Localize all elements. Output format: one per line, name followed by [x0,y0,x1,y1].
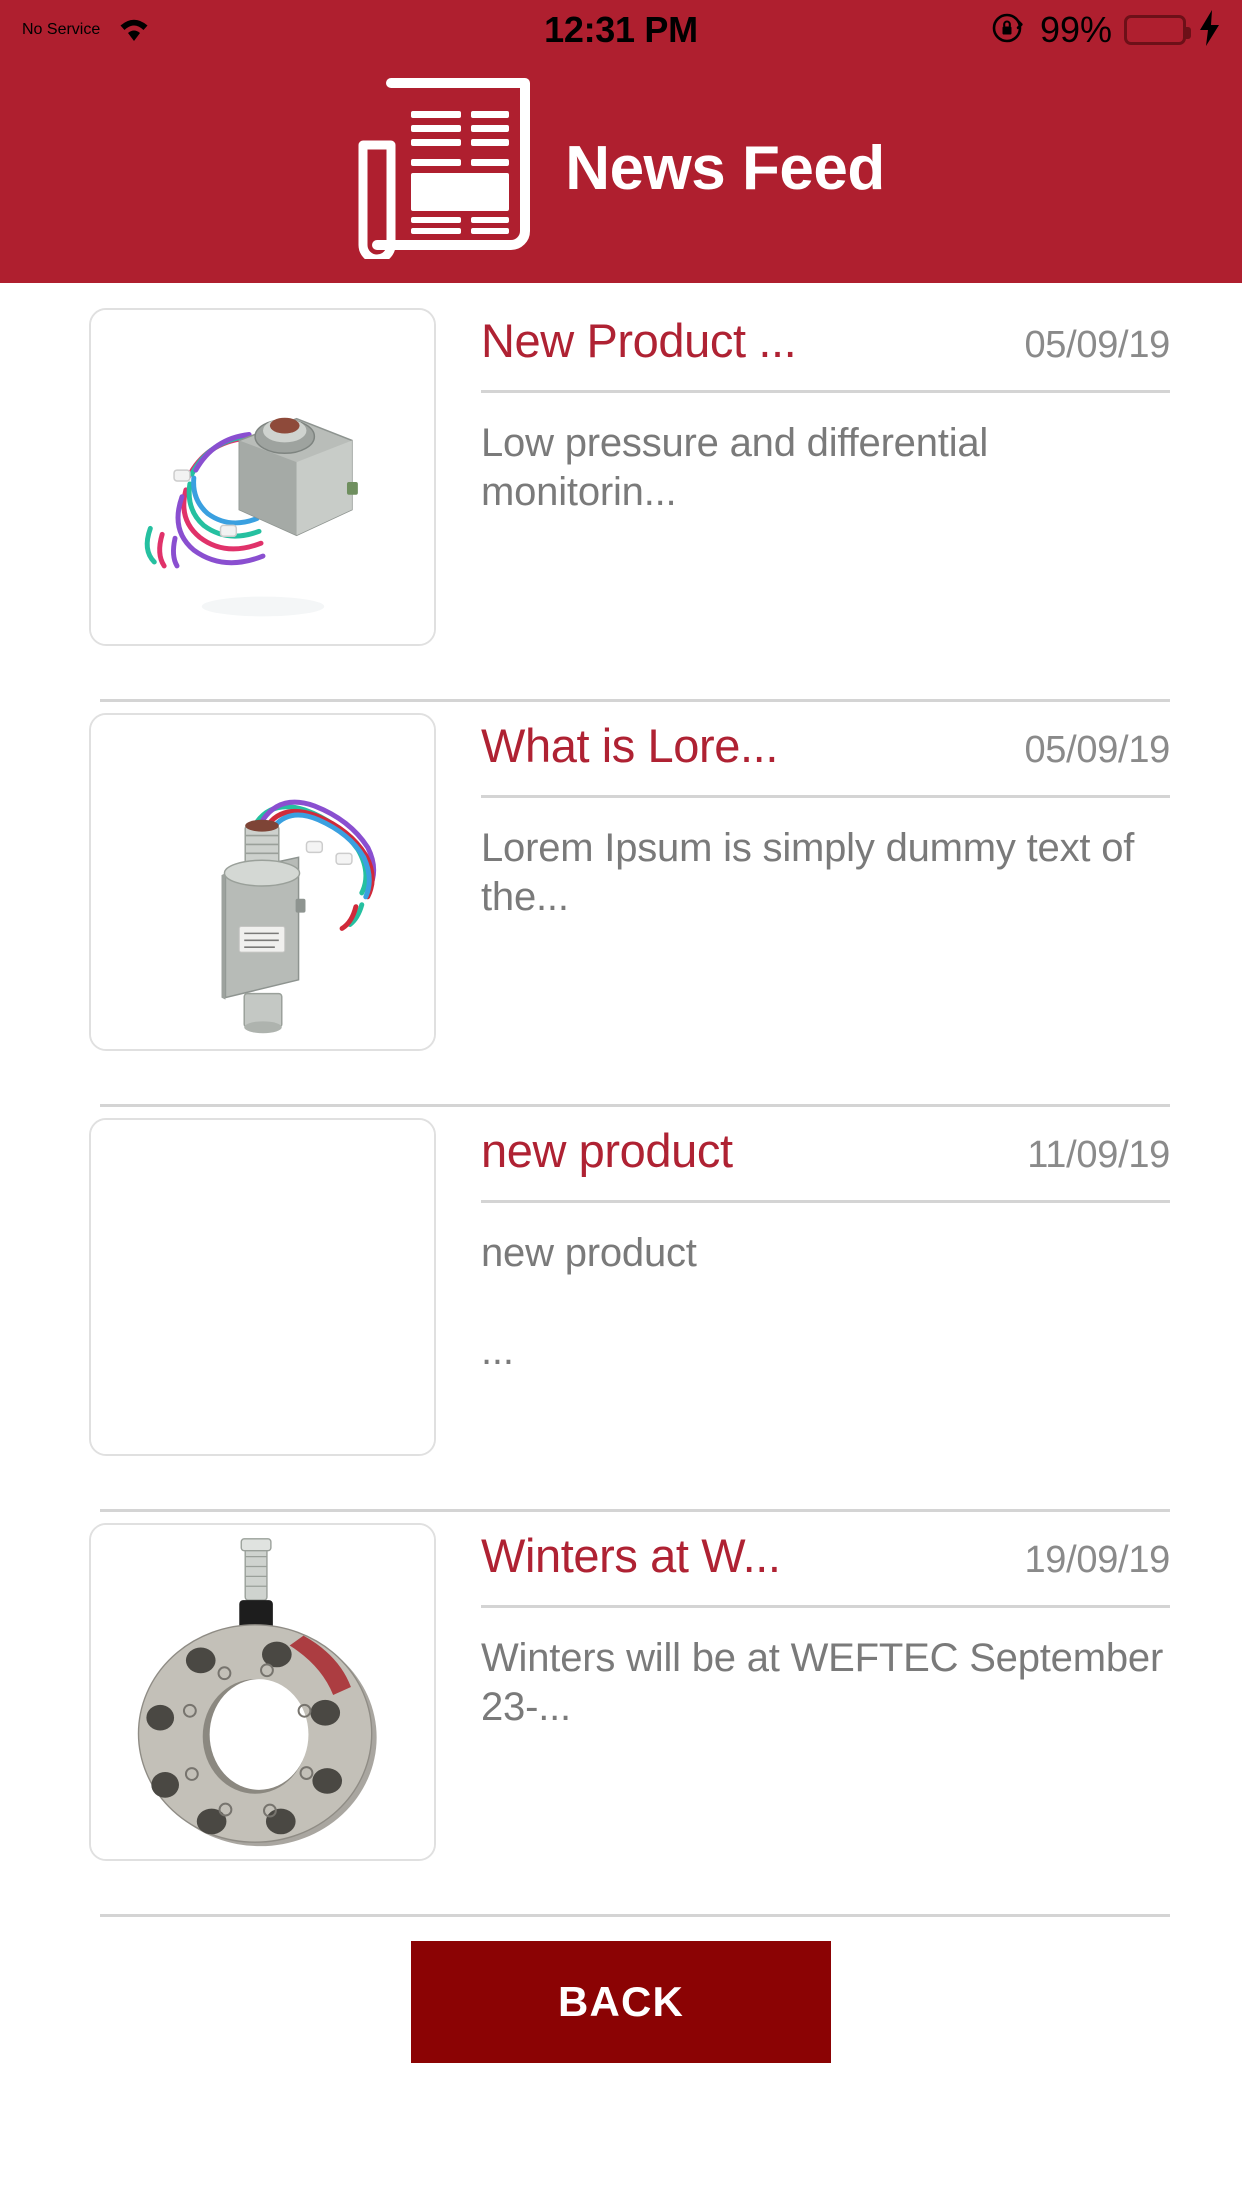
news-item-body: Winters at W... 19/09/19 Winters will be… [481,1528,1170,1732]
news-item-date: 05/09/19 [1024,324,1170,366]
news-item-title[interactable]: What is Lore... [481,718,778,773]
news-item-description: Lorem Ipsum is simply dummy text of the.… [481,826,1135,919]
lightning-bolt-icon [1198,9,1222,52]
back-button[interactable]: BACK [411,1941,831,2063]
news-item-date: 19/09/19 [1024,1539,1170,1581]
news-item-separator [100,1914,1170,1917]
status-bar: No Service 12:31 PM 99% [0,0,1242,60]
news-item-body: New Product ... 05/09/19 Low pressure an… [481,313,1170,517]
news-item-description: Winters will be at WEFTEC September 23-.… [481,1636,1164,1729]
news-item-divider [481,1605,1170,1608]
flange-sensor-image [91,1525,434,1859]
app-header: News Feed [0,60,1242,283]
news-thumbnail[interactable] [89,308,436,646]
pressure-switch-coiled-wires-image [91,310,434,644]
news-feed-item[interactable]: New Product ... 05/09/19 Low pressure an… [0,297,1242,702]
vertical-pressure-switch-image [91,715,434,1049]
news-item-title[interactable]: new product [481,1123,733,1178]
page-title: News Feed [565,134,885,203]
news-feed-item[interactable]: new product 11/09/19 new product ... [0,1107,1242,1512]
footer: BACK [0,1917,1242,2063]
news-feed-item[interactable]: Winters at W... 19/09/19 Winters will be… [0,1512,1242,1917]
empty-thumbnail [91,1120,434,1454]
battery-icon [1124,15,1191,45]
news-item-title[interactable]: New Product ... [481,313,797,368]
news-item-body: new product 11/09/19 new product ... [481,1123,1170,1375]
rotation-lock-icon [988,8,1028,53]
news-feed-item[interactable]: What is Lore... 05/09/19 Lorem Ipsum is … [0,702,1242,1107]
news-item-body: What is Lore... 05/09/19 Lorem Ipsum is … [481,718,1170,922]
news-item-header: New Product ... 05/09/19 [481,313,1170,390]
news-thumbnail[interactable] [89,1523,436,1861]
news-item-date: 11/09/19 [1027,1134,1170,1176]
news-item-divider [481,795,1170,798]
status-bar-right: 99% [988,0,1222,60]
news-item-description: new product ... [481,1231,697,1373]
news-item-divider [481,390,1170,393]
news-item-title[interactable]: Winters at W... [481,1528,781,1583]
news-feed-list: New Product ... 05/09/19 Low pressure an… [0,283,1242,1917]
news-item-header: What is Lore... 05/09/19 [481,718,1170,795]
news-item-header: Winters at W... 19/09/19 [481,1528,1170,1605]
news-item-divider [481,1200,1170,1203]
news-thumbnail[interactable] [89,1118,436,1456]
news-item-header: new product 11/09/19 [481,1123,1170,1200]
battery-percent-label: 99% [1039,9,1112,50]
newspaper-icon [357,73,535,264]
news-thumbnail[interactable] [89,713,436,1051]
news-item-date: 05/09/19 [1024,729,1170,771]
news-item-description: Low pressure and differential monitorin.… [481,421,989,514]
